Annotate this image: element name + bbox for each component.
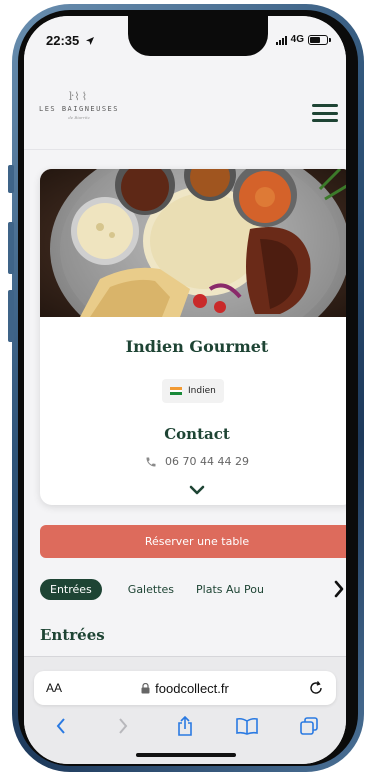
forward-icon [119, 718, 128, 734]
mute-switch [8, 165, 14, 193]
address-bar[interactable]: AA foodcollect.fr [34, 671, 336, 705]
reserve-table-button[interactable]: Réserver une table [40, 525, 346, 558]
status-time: 22:35 [46, 33, 95, 48]
back-button[interactable] [50, 715, 72, 737]
signal-icon [275, 35, 287, 45]
phone-row[interactable]: 06 70 44 44 29 [40, 455, 346, 468]
india-flag-icon [170, 387, 182, 396]
phone-number: 06 70 44 44 29 [165, 455, 249, 468]
location-arrow-icon [85, 37, 94, 45]
reload-icon[interactable] [308, 680, 324, 696]
logo-mark: ŀ⌇⌇ [68, 90, 90, 103]
browser-toolbar: AA foodcollect.fr [24, 656, 346, 764]
text-size-button[interactable]: AA [46, 681, 62, 695]
tab-entrees[interactable]: Entrées [40, 578, 102, 600]
tabs-icon [300, 717, 318, 735]
chevron-right-icon[interactable] [332, 579, 346, 599]
network-type: 4G [290, 34, 304, 45]
browser-nav [24, 713, 346, 739]
bookmarks-button[interactable] [236, 715, 258, 737]
menu-icon[interactable] [312, 104, 338, 122]
chevron-down-icon[interactable] [189, 485, 205, 495]
home-indicator[interactable] [136, 753, 236, 757]
volume-up-button [8, 222, 14, 274]
phone-icon [146, 457, 156, 466]
url-display[interactable]: foodcollect.fr [34, 681, 336, 696]
notch [128, 16, 268, 56]
tab-galettes[interactable]: Galettes [128, 583, 174, 596]
site-logo[interactable]: ŀ⌇⌇ LES BAIGNEUSES de Biarritz [34, 90, 124, 120]
logo-name: LES BAIGNEUSES [38, 105, 119, 113]
site-header: ŀ⌇⌇ LES BAIGNEUSES de Biarritz [24, 60, 346, 150]
time-text: 22:35 [46, 33, 80, 48]
forward-button[interactable] [112, 715, 134, 737]
section-title: Entrées [40, 626, 105, 644]
share-icon [178, 716, 192, 736]
menu-tabs: Entrées Galettes Plats Au Pou [40, 578, 346, 600]
screen: 22:35 4G ŀ⌇⌇ LES BAIGNEUSES de Biarritz [24, 16, 346, 764]
food-platter-image [40, 169, 346, 359]
logo-subtitle: de Biarritz [68, 115, 90, 120]
lock-icon [141, 682, 150, 693]
volume-down-button [8, 290, 14, 342]
battery-icon [308, 34, 331, 45]
tabs-button[interactable] [298, 715, 320, 737]
cuisine-tag: Indien [162, 379, 224, 403]
share-button[interactable] [174, 715, 196, 737]
url-domain: foodcollect.fr [155, 680, 229, 696]
book-icon [236, 717, 258, 735]
cuisine-label: Indien [188, 386, 216, 396]
tab-plats[interactable]: Plats Au Pou [196, 583, 274, 596]
restaurant-card: Indien Gourmet Indien Contact 06 70 44 4… [40, 169, 346, 505]
back-icon [56, 718, 65, 734]
restaurant-name: Indien Gourmet [125, 337, 269, 356]
contact-heading: Contact [164, 425, 230, 443]
status-indicators: 4G [275, 34, 331, 45]
restaurant-photo [40, 169, 346, 359]
